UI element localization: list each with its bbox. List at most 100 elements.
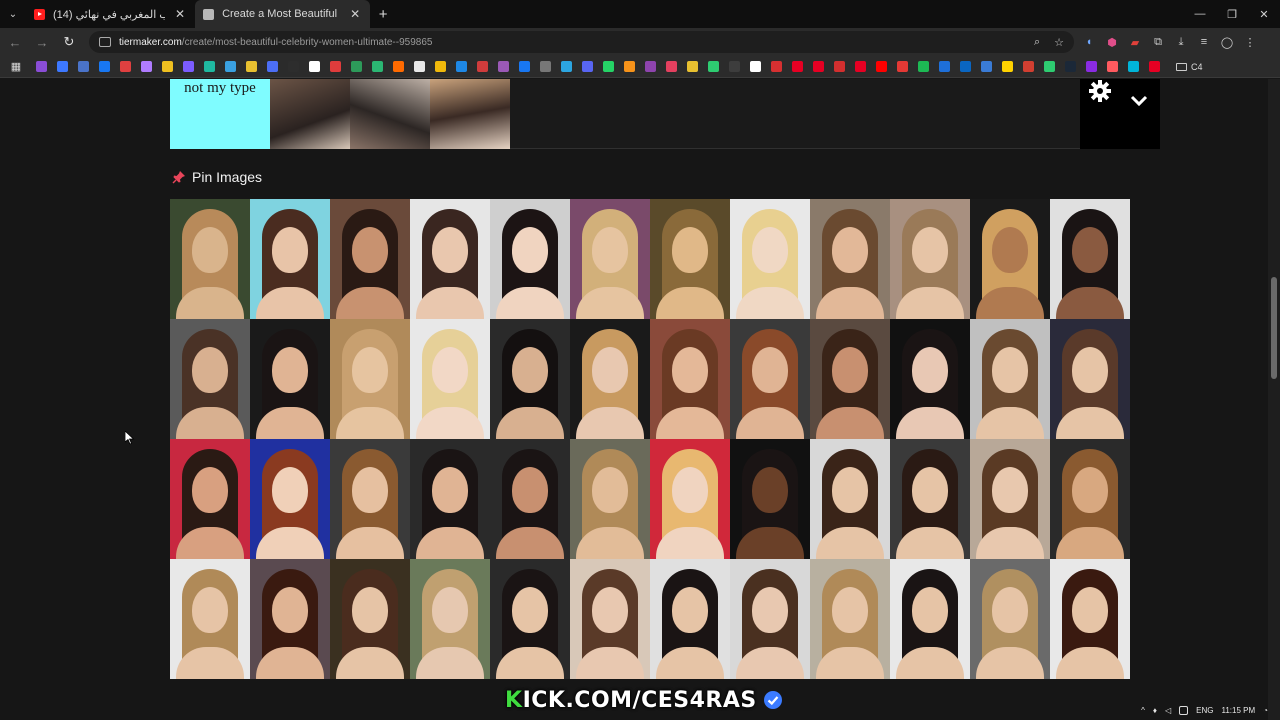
bookmark-favicon-icon[interactable] (1149, 61, 1160, 72)
extensions-puzzle-icon[interactable]: ⧉ (1149, 33, 1167, 51)
pin-image-thumbnail[interactable] (890, 439, 970, 559)
pin-image-thumbnail[interactable] (890, 199, 970, 319)
pin-image-thumbnail[interactable] (250, 559, 330, 679)
pin-image-thumbnail[interactable] (970, 559, 1050, 679)
pin-image-thumbnail[interactable] (730, 319, 810, 439)
pin-image-thumbnail[interactable] (1050, 439, 1130, 559)
pin-image-thumbnail[interactable] (810, 559, 890, 679)
pin-image-thumbnail[interactable] (490, 559, 570, 679)
bookmark-favicon-icon[interactable] (1128, 61, 1139, 72)
bookmark-favicon-icon[interactable] (99, 61, 110, 72)
pin-image-thumbnail[interactable] (170, 559, 250, 679)
pin-image-thumbnail[interactable] (1050, 559, 1130, 679)
pin-image-thumbnail[interactable] (170, 199, 250, 319)
volume-icon[interactable]: ◁ (1165, 706, 1171, 715)
notification-bell-icon[interactable]: ◔ (1263, 706, 1268, 715)
bookmark-favicon-icon[interactable] (36, 61, 47, 72)
tier-item-image[interactable] (270, 79, 350, 149)
extension-icon[interactable]: ▰ (1126, 33, 1144, 51)
tab-tiermaker[interactable]: Create a Most Beautiful Celebri ✕ (195, 0, 371, 28)
pin-image-thumbnail[interactable] (810, 199, 890, 319)
bookmark-favicon-icon[interactable] (897, 61, 908, 72)
pin-image-thumbnail[interactable] (810, 319, 890, 439)
scrollbar-thumb[interactable] (1271, 277, 1277, 379)
gear-icon[interactable] (1088, 79, 1112, 103)
bookmark-favicon-icon[interactable] (750, 61, 761, 72)
tab-youtube[interactable]: (14) المنتخب المغربي في نهائي ✕ (26, 0, 195, 28)
reload-icon[interactable]: ↻ (57, 30, 81, 54)
microphone-icon[interactable]: ♦ (1153, 706, 1157, 715)
pin-image-thumbnail[interactable] (410, 199, 490, 319)
site-info-icon[interactable] (99, 37, 111, 47)
pin-image-thumbnail[interactable] (1050, 319, 1130, 439)
bookmark-favicon-icon[interactable] (1023, 61, 1034, 72)
pin-image-thumbnail[interactable] (250, 319, 330, 439)
bookmark-favicon-icon[interactable] (519, 61, 530, 72)
pin-image-thumbnail[interactable] (250, 439, 330, 559)
pin-image-thumbnail[interactable] (490, 319, 570, 439)
pin-image-thumbnail[interactable] (410, 319, 490, 439)
bookmark-favicon-icon[interactable] (792, 61, 803, 72)
pin-image-thumbnail[interactable] (970, 439, 1050, 559)
pin-image-thumbnail[interactable] (490, 439, 570, 559)
chevron-up-icon[interactable]: ^ (1141, 706, 1145, 715)
bookmark-favicon-icon[interactable] (288, 61, 299, 72)
close-window-icon[interactable]: ✕ (1248, 0, 1280, 28)
bookmark-favicon-icon[interactable] (540, 61, 551, 72)
pin-image-thumbnail[interactable] (650, 199, 730, 319)
tier-label[interactable]: not my type (170, 79, 270, 149)
pin-image-thumbnail[interactable] (490, 199, 570, 319)
bookmark-favicon-icon[interactable] (414, 61, 425, 72)
pin-image-thumbnail[interactable] (890, 319, 970, 439)
pin-image-thumbnail[interactable] (890, 559, 970, 679)
pin-image-thumbnail[interactable] (170, 319, 250, 439)
bookmark-favicon-icon[interactable] (183, 61, 194, 72)
pin-image-thumbnail[interactable] (970, 199, 1050, 319)
pin-image-thumbnail[interactable] (650, 319, 730, 439)
bookmark-favicon-icon[interactable] (876, 61, 887, 72)
pin-image-thumbnail[interactable] (570, 199, 650, 319)
bookmark-favicon-icon[interactable] (708, 61, 719, 72)
tier-item-image[interactable] (430, 79, 510, 149)
bookmark-folder[interactable]: C4 (1176, 62, 1203, 72)
clock[interactable]: 11:15 PM (1222, 706, 1256, 715)
pin-image-thumbnail[interactable] (570, 319, 650, 439)
page-scrollbar[interactable] (1268, 79, 1280, 720)
pin-image-thumbnail[interactable] (730, 439, 810, 559)
minimize-icon[interactable]: — (1184, 0, 1216, 28)
tier-item-image[interactable] (350, 79, 430, 149)
pin-image-thumbnail[interactable] (330, 559, 410, 679)
bookmark-favicon-icon[interactable] (120, 61, 131, 72)
bookmark-favicon-icon[interactable] (498, 61, 509, 72)
bookmark-favicon-icon[interactable] (372, 61, 383, 72)
bookmark-favicon-icon[interactable] (57, 61, 68, 72)
pin-image-thumbnail[interactable] (650, 559, 730, 679)
bookmark-favicon-icon[interactable] (393, 61, 404, 72)
bookmark-favicon-icon[interactable] (477, 61, 488, 72)
bookmark-favicon-icon[interactable] (666, 61, 677, 72)
pin-image-thumbnail[interactable] (330, 199, 410, 319)
extension-icon[interactable]: ⬢ (1103, 33, 1121, 51)
bookmark-favicon-icon[interactable] (1065, 61, 1076, 72)
bookmark-favicon-icon[interactable] (813, 61, 824, 72)
bookmark-favicon-icon[interactable] (141, 61, 152, 72)
bookmark-favicon-icon[interactable] (624, 61, 635, 72)
forward-arrow-icon[interactable]: → (30, 30, 54, 54)
bookmark-favicon-icon[interactable] (309, 61, 320, 72)
bookmark-favicon-icon[interactable] (939, 61, 950, 72)
pin-image-thumbnail[interactable] (970, 319, 1050, 439)
bookmark-favicon-icon[interactable] (162, 61, 173, 72)
pin-image-thumbnail[interactable] (570, 439, 650, 559)
profile-icon[interactable]: ◯ (1218, 33, 1236, 51)
bookmark-favicon-icon[interactable] (456, 61, 467, 72)
address-bar[interactable]: tiermaker.com/create/most-beautiful-cele… (89, 31, 1074, 53)
bookmark-favicon-icon[interactable] (834, 61, 845, 72)
chevron-down-icon[interactable] (1130, 95, 1148, 107)
bookmark-star-icon[interactable]: ☆ (1054, 36, 1064, 49)
bookmark-favicon-icon[interactable] (435, 61, 446, 72)
back-arrow-icon[interactable]: ← (3, 30, 27, 54)
bookmark-favicon-icon[interactable] (1107, 61, 1118, 72)
bookmark-favicon-icon[interactable] (267, 61, 278, 72)
tab-search-chevron-icon[interactable]: ⌄ (0, 0, 26, 28)
bookmark-favicon-icon[interactable] (918, 61, 929, 72)
